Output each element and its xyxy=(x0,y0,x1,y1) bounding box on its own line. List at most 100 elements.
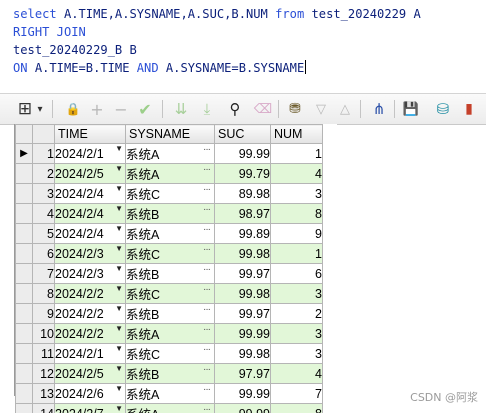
ellipsis-icon[interactable]: ··· xyxy=(203,145,211,156)
cell-sysname[interactable]: 系统A ··· xyxy=(125,223,215,244)
cell-time[interactable]: 2024/2/2 ▼ xyxy=(54,303,126,324)
find-binoculars-icon[interactable]: ⚲ xyxy=(224,98,246,120)
ellipsis-icon[interactable]: ··· xyxy=(203,365,211,376)
triangle-up-icon[interactable]: △ xyxy=(334,98,356,120)
ellipsis-icon[interactable]: ··· xyxy=(203,325,211,336)
table-row[interactable]: 9 2024/2/2 ▼ 系统B ··· 99.97 2 xyxy=(15,303,323,324)
cell-num[interactable]: 3 xyxy=(270,283,323,304)
dropdown-arrow-icon[interactable]: ▼ xyxy=(115,225,123,234)
table-row[interactable]: ▶ 1 2024/2/1 ▼ 系统A ··· 99.99 1 xyxy=(15,143,323,164)
dropdown-arrow-icon[interactable]: ▼ xyxy=(115,305,123,314)
cell-suc[interactable]: 99.89 xyxy=(214,223,271,244)
cell-num[interactable]: 3 xyxy=(270,323,323,344)
cell-sysname[interactable]: 系统B ··· xyxy=(125,263,215,284)
cell-sysname[interactable]: 系统A ··· xyxy=(125,323,215,344)
cell-time[interactable]: 2024/2/2 ▼ xyxy=(54,323,126,344)
cell-sysname[interactable]: 系统A ··· xyxy=(125,143,215,164)
cell-suc[interactable]: 99.99 xyxy=(214,323,271,344)
filter-icon[interactable]: ⛃ xyxy=(284,98,306,120)
query-plan-icon[interactable]: ⋔ xyxy=(368,98,390,120)
triangle-down-icon[interactable]: ▽ xyxy=(310,98,332,120)
cell-num[interactable]: 4 xyxy=(270,163,323,184)
dropdown-arrow-icon[interactable]: ▼ xyxy=(115,345,123,354)
cell-suc[interactable]: 99.79 xyxy=(214,163,271,184)
cell-num[interactable]: 3 xyxy=(270,343,323,364)
table-row[interactable]: 6 2024/2/3 ▼ 系统C ··· 99.98 1 xyxy=(15,243,323,264)
export-icon[interactable]: ⛁ xyxy=(432,98,454,120)
cell-time[interactable]: 2024/2/3 ▼ xyxy=(54,263,126,284)
ellipsis-icon[interactable]: ··· xyxy=(203,265,211,276)
cell-sysname[interactable]: 系统A ··· xyxy=(125,163,215,184)
dropdown-arrow-icon[interactable]: ▼ xyxy=(115,185,123,194)
cell-time[interactable]: 2024/2/3 ▼ xyxy=(54,243,126,264)
cell-num[interactable]: 9 xyxy=(270,223,323,244)
cell-time[interactable]: 2024/2/1 ▼ xyxy=(54,143,126,164)
table-row[interactable]: 8 2024/2/2 ▼ 系统C ··· 99.98 3 xyxy=(15,283,323,304)
ellipsis-icon[interactable]: ··· xyxy=(203,225,211,236)
dropdown-arrow-icon[interactable]: ▼ xyxy=(115,325,123,334)
cell-num[interactable]: 4 xyxy=(270,363,323,384)
cell-time[interactable]: 2024/2/1 ▼ xyxy=(54,343,126,364)
cell-sysname[interactable]: 系统A ··· xyxy=(125,383,215,404)
ellipsis-icon[interactable]: ··· xyxy=(203,405,211,413)
move-down-icon[interactable]: ⇊ xyxy=(170,98,192,120)
dropdown-arrow-icon[interactable]: ▼ xyxy=(115,165,123,174)
cell-sysname[interactable]: 系统C ··· xyxy=(125,283,215,304)
dropdown-arrow-icon[interactable]: ▼ xyxy=(115,405,123,413)
cell-suc[interactable]: 99.98 xyxy=(214,283,271,304)
dropdown-arrow-icon[interactable]: ▼ xyxy=(115,365,123,374)
table-row[interactable]: 2 2024/2/5 ▼ 系统A ··· 99.79 4 xyxy=(15,163,323,184)
cell-sysname[interactable]: 系统C ··· xyxy=(125,243,215,264)
column-header-time[interactable]: TIME xyxy=(54,124,126,144)
cell-time[interactable]: 2024/2/5 ▼ xyxy=(54,163,126,184)
cell-suc[interactable]: 98.97 xyxy=(214,203,271,224)
table-row[interactable]: 3 2024/2/4 ▼ 系统C ··· 89.98 3 xyxy=(15,183,323,204)
ellipsis-icon[interactable]: ··· xyxy=(203,305,211,316)
table-row[interactable]: 142024/2/7 ▼ 系统A ···99.998 xyxy=(15,403,323,413)
cell-num[interactable]: 6 xyxy=(270,263,323,284)
cell-suc[interactable]: 99.97 xyxy=(214,303,271,324)
delete-record-icon[interactable]: − xyxy=(110,98,132,120)
cell-time[interactable]: 2024/2/4 ▼ xyxy=(54,183,126,204)
chart-icon[interactable]: ▮ xyxy=(458,98,480,120)
dropdown-arrow-icon[interactable]: ▼ xyxy=(115,265,123,274)
cell-num[interactable]: 1 xyxy=(270,143,323,164)
dropdown-arrow-icon[interactable]: ▼ xyxy=(115,245,123,254)
table-row[interactable]: 12 2024/2/5 ▼ 系统B ··· 97.97 4 xyxy=(15,363,323,384)
cell-sysname[interactable]: 系统C ··· xyxy=(125,183,215,204)
cell-suc[interactable]: 97.97 xyxy=(214,363,271,384)
add-record-icon[interactable]: + xyxy=(86,98,108,120)
cell-suc[interactable]: 99.99 xyxy=(214,143,271,164)
cell-num[interactable]: 8 xyxy=(270,203,323,224)
cell-time[interactable]: 2024/2/2 ▼ xyxy=(54,283,126,304)
result-grid[interactable]: TIME SYSNAME SUC NUM ▶ 1 2024/2/1 ▼ 系统A ··· 99… xyxy=(14,124,337,413)
ellipsis-icon[interactable]: ··· xyxy=(203,165,211,176)
post-changes-icon[interactable]: ✔ xyxy=(134,98,156,120)
cell-sysname[interactable]: 系统B ··· xyxy=(125,203,215,224)
cell-time[interactable]: 2024/2/6 ▼ xyxy=(54,383,126,404)
ellipsis-icon[interactable]: ··· xyxy=(203,285,211,296)
ellipsis-icon[interactable]: ··· xyxy=(203,245,211,256)
cell-sysname[interactable]: 系统B ··· xyxy=(125,303,215,324)
table-row[interactable]: 11 2024/2/1 ▼ 系统C ··· 99.98 3 xyxy=(15,343,323,364)
cell-sysname[interactable]: 系统A ··· xyxy=(125,403,215,413)
cell-num[interactable]: 7 xyxy=(270,383,323,404)
cell-suc[interactable]: 99.97 xyxy=(214,263,271,284)
sql-editor[interactable]: select A.TIME,A.SYSNAME,A.SUC,B.NUM from… xyxy=(0,0,486,86)
table-row[interactable]: 13 2024/2/6 ▼ 系统A ··· 99.99 7 xyxy=(15,383,323,404)
cell-suc[interactable]: 99.98 xyxy=(214,243,271,264)
grid-layout-icon[interactable]: ⊞ xyxy=(14,98,36,120)
dropdown-arrow-icon[interactable]: ▼ xyxy=(115,285,123,294)
cell-sysname[interactable]: 系统B ··· xyxy=(125,363,215,384)
cell-time[interactable]: 2024/2/4 ▼ xyxy=(54,203,126,224)
move-last-icon[interactable]: ⤓ xyxy=(196,98,218,120)
ellipsis-icon[interactable]: ··· xyxy=(203,385,211,396)
cell-suc[interactable]: 99.99 xyxy=(214,383,271,404)
column-header-suc[interactable]: SUC xyxy=(214,124,271,144)
cell-suc[interactable]: 99.99 xyxy=(214,403,271,413)
ellipsis-icon[interactable]: ··· xyxy=(203,345,211,356)
cell-time[interactable]: 2024/2/4 ▼ xyxy=(54,223,126,244)
cell-suc[interactable]: 99.98 xyxy=(214,343,271,364)
clear-eraser-icon[interactable]: ⌫ xyxy=(252,98,274,120)
table-row[interactable]: 10 2024/2/2 ▼ 系统A ··· 99.99 3 xyxy=(15,323,323,344)
